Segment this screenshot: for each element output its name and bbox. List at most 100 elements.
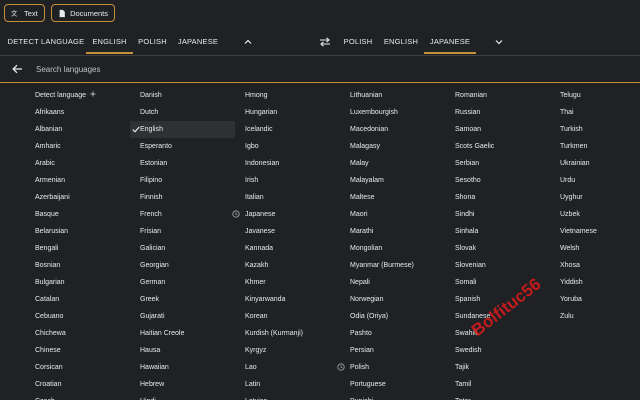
language-item-khmer[interactable]: Khmer	[235, 274, 340, 291]
language-item-estonian[interactable]: Estonian	[130, 155, 235, 172]
language-item-cebuano[interactable]: Cebuano	[25, 308, 130, 325]
language-item-norwegian[interactable]: Norwegian	[340, 291, 445, 308]
language-item-indonesian[interactable]: Indonesian	[235, 155, 340, 172]
language-item-latin[interactable]: Latin	[235, 376, 340, 393]
language-item-belarusian[interactable]: Belarusian	[25, 223, 130, 240]
language-item-odia-oriya[interactable]: Odia (Oriya)	[340, 308, 445, 325]
tab-target-japanese[interactable]: JAPANESE	[424, 30, 476, 54]
language-item-greek[interactable]: Greek	[130, 291, 235, 308]
language-item-igbo[interactable]: Igbo	[235, 138, 340, 155]
language-item-danish[interactable]: Danish	[130, 87, 235, 104]
language-item-xhosa[interactable]: Xhosa	[550, 257, 640, 274]
language-item-gujarati[interactable]: Gujarati	[130, 308, 235, 325]
language-item-amharic[interactable]: Amharic	[25, 138, 130, 155]
language-item-kazakh[interactable]: Kazakh	[235, 257, 340, 274]
language-item-romanian[interactable]: Romanian	[445, 87, 550, 104]
language-item-hmong[interactable]: Hmong	[235, 87, 340, 104]
language-item-vietnamese[interactable]: Vietnamese	[550, 223, 640, 240]
language-item-afrikaans[interactable]: Afrikaans	[25, 104, 130, 121]
language-item-irish[interactable]: Irish	[235, 172, 340, 189]
language-item-scots-gaelic[interactable]: Scots Gaelic	[445, 138, 550, 155]
language-item-marathi[interactable]: Marathi	[340, 223, 445, 240]
language-item-maltese[interactable]: Maltese	[340, 189, 445, 206]
language-item-javanese[interactable]: Javanese	[235, 223, 340, 240]
language-item-azerbaijani[interactable]: Azerbaijani	[25, 189, 130, 206]
language-item-portuguese[interactable]: Portuguese	[340, 376, 445, 393]
language-item-japanese[interactable]: Japanese	[232, 206, 340, 223]
language-item-hausa[interactable]: Hausa	[130, 342, 235, 359]
language-item-somali[interactable]: Somali	[445, 274, 550, 291]
chevron-up-icon[interactable]	[243, 37, 253, 47]
language-item-nepali[interactable]: Nepali	[340, 274, 445, 291]
language-item-bulgarian[interactable]: Bulgarian	[25, 274, 130, 291]
language-item-albanian[interactable]: Albanian	[25, 121, 130, 138]
language-item-malayalam[interactable]: Malayalam	[340, 172, 445, 189]
language-item-shona[interactable]: Shona	[445, 189, 550, 206]
language-item-german[interactable]: German	[130, 274, 235, 291]
language-item-hebrew[interactable]: Hebrew	[130, 376, 235, 393]
search-languages-input[interactable]	[36, 61, 436, 77]
language-item-tatar[interactable]: Tatar	[445, 393, 550, 400]
language-item-kannada[interactable]: Kannada	[235, 240, 340, 257]
language-item-turkish[interactable]: Turkish	[550, 121, 640, 138]
language-item-frisian[interactable]: Frisian	[130, 223, 235, 240]
language-item-arabic[interactable]: Arabic	[25, 155, 130, 172]
language-item-yoruba[interactable]: Yoruba	[550, 291, 640, 308]
tab-source-japanese[interactable]: JAPANESE	[172, 30, 224, 54]
language-item-luxembourgish[interactable]: Luxembourgish	[340, 104, 445, 121]
language-item-malay[interactable]: Malay	[340, 155, 445, 172]
language-item-yiddish[interactable]: Yiddish	[550, 274, 640, 291]
language-item-chinese[interactable]: Chinese	[25, 342, 130, 359]
language-item-lithuanian[interactable]: Lithuanian	[340, 87, 445, 104]
language-item-georgian[interactable]: Georgian	[130, 257, 235, 274]
language-item-welsh[interactable]: Welsh	[550, 240, 640, 257]
language-item-bosnian[interactable]: Bosnian	[25, 257, 130, 274]
language-item-catalan[interactable]: Catalan	[25, 291, 130, 308]
language-item-mongolian[interactable]: Mongolian	[340, 240, 445, 257]
text-mode-button[interactable]: 文 Text	[4, 4, 45, 22]
language-item-dutch[interactable]: Dutch	[130, 104, 235, 121]
language-item-macedonian[interactable]: Macedonian	[340, 121, 445, 138]
language-item-hindi[interactable]: Hindi	[130, 393, 235, 400]
language-item-finnish[interactable]: Finnish	[130, 189, 235, 206]
language-item-myanmar-burmese[interactable]: Myanmar (Burmese)	[340, 257, 445, 274]
language-item-icelandic[interactable]: Icelandic	[235, 121, 340, 138]
language-item-bengali[interactable]: Bengali	[25, 240, 130, 257]
language-item-czech[interactable]: Czech	[25, 393, 130, 400]
tab-target-english[interactable]: ENGLISH	[379, 30, 423, 54]
language-item-polish[interactable]: Polish	[337, 359, 445, 376]
language-item-telugu[interactable]: Telugu	[550, 87, 640, 104]
language-item-french[interactable]: French	[130, 206, 235, 223]
language-item-english[interactable]: English	[130, 121, 235, 138]
language-item-uyghur[interactable]: Uyghur	[550, 189, 640, 206]
language-item-sesotho[interactable]: Sesotho	[445, 172, 550, 189]
language-item-corsican[interactable]: Corsican	[25, 359, 130, 376]
language-item-slovak[interactable]: Slovak	[445, 240, 550, 257]
language-item-filipino[interactable]: Filipino	[130, 172, 235, 189]
language-item-latvian[interactable]: Latvian	[235, 393, 340, 400]
language-item-hungarian[interactable]: Hungarian	[235, 104, 340, 121]
language-item-uzbek[interactable]: Uzbek	[550, 206, 640, 223]
language-item-sinhala[interactable]: Sinhala	[445, 223, 550, 240]
language-item-tamil[interactable]: Tamil	[445, 376, 550, 393]
language-item-hawaiian[interactable]: Hawaiian	[130, 359, 235, 376]
language-item-spanish[interactable]: Spanish	[445, 291, 550, 308]
language-item-detect-language[interactable]: Detect language	[25, 87, 130, 104]
language-item-urdu[interactable]: Urdu	[550, 172, 640, 189]
language-item-slovenian[interactable]: Slovenian	[445, 257, 550, 274]
language-item-persian[interactable]: Persian	[340, 342, 445, 359]
language-item-thai[interactable]: Thai	[550, 104, 640, 121]
language-item-swahili[interactable]: Swahili	[445, 325, 550, 342]
language-item-turkmen[interactable]: Turkmen	[550, 138, 640, 155]
language-item-haitian-creole[interactable]: Haitian Creole	[130, 325, 235, 342]
arrow-back-icon[interactable]	[12, 64, 23, 74]
language-item-swedish[interactable]: Swedish	[445, 342, 550, 359]
tab-source-english[interactable]: ENGLISH	[86, 30, 133, 54]
language-item-samoan[interactable]: Samoan	[445, 121, 550, 138]
language-item-croatian[interactable]: Croatian	[25, 376, 130, 393]
language-item-russian[interactable]: Russian	[445, 104, 550, 121]
language-item-korean[interactable]: Korean	[235, 308, 340, 325]
swap-arrows-icon[interactable]	[319, 37, 331, 47]
language-item-zulu[interactable]: Zulu	[550, 308, 640, 325]
chevron-down-icon[interactable]	[494, 37, 504, 47]
